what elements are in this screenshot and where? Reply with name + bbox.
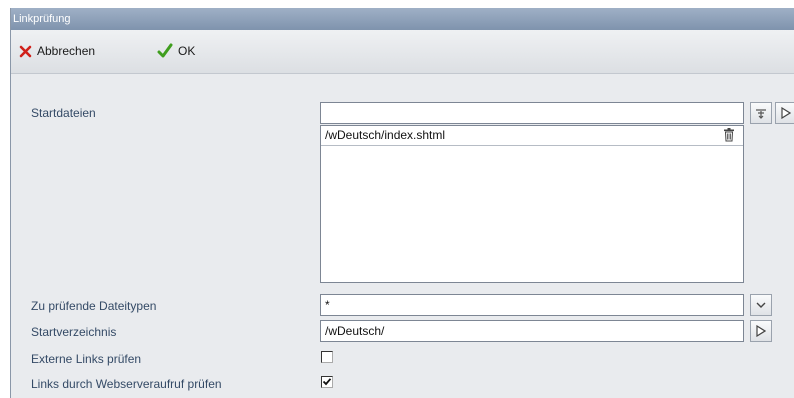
play-arrow-icon [781,107,791,119]
startverzeichnis-label: Startverzeichnis [31,325,117,339]
dialog-window: Linkprüfung Abbrechen OK Startdateien /w… [10,8,794,398]
chevron-down-icon [756,302,766,308]
checkmark-icon [157,43,173,58]
file-list-item[interactable]: /wDeutsch/index.shtml [321,126,743,146]
ok-button-label: OK [178,44,196,58]
cancel-button[interactable]: Abbrechen [19,41,95,61]
file-list[interactable]: /wDeutsch/index.shtml [320,125,744,283]
externe-links-checkbox[interactable] [321,351,333,363]
toolbar: Abbrechen OK [11,30,794,74]
dateitypen-label: Zu prüfende Dateitypen [31,299,157,313]
cancel-button-label: Abbrechen [37,44,96,58]
play-arrow-icon [756,325,766,337]
ok-button[interactable]: OK [157,41,195,61]
externe-links-label: Externe Links prüfen [31,352,142,366]
webserveraufruf-checkbox[interactable] [321,376,333,388]
browse-file-button[interactable] [775,102,794,124]
startverzeichnis-input[interactable]: /wDeutsch/ [320,320,744,342]
dateitypen-input[interactable]: * [320,294,744,316]
file-path: /wDeutsch/index.shtml [325,128,446,142]
browse-folder-button[interactable] [750,320,772,342]
window-title: Linkprüfung [11,8,794,30]
startdateien-input[interactable] [320,102,744,124]
trash-icon[interactable] [723,128,735,142]
checkbox-check-icon [322,378,332,386]
add-file-button[interactable] [750,102,772,124]
add-to-list-icon [756,109,766,119]
cross-icon [19,45,32,57]
dateitypen-dropdown-button[interactable] [750,294,772,316]
startdateien-label: Startdateien [31,106,96,120]
webserveraufruf-label: Links durch Webserveraufruf prüfen [31,377,222,391]
